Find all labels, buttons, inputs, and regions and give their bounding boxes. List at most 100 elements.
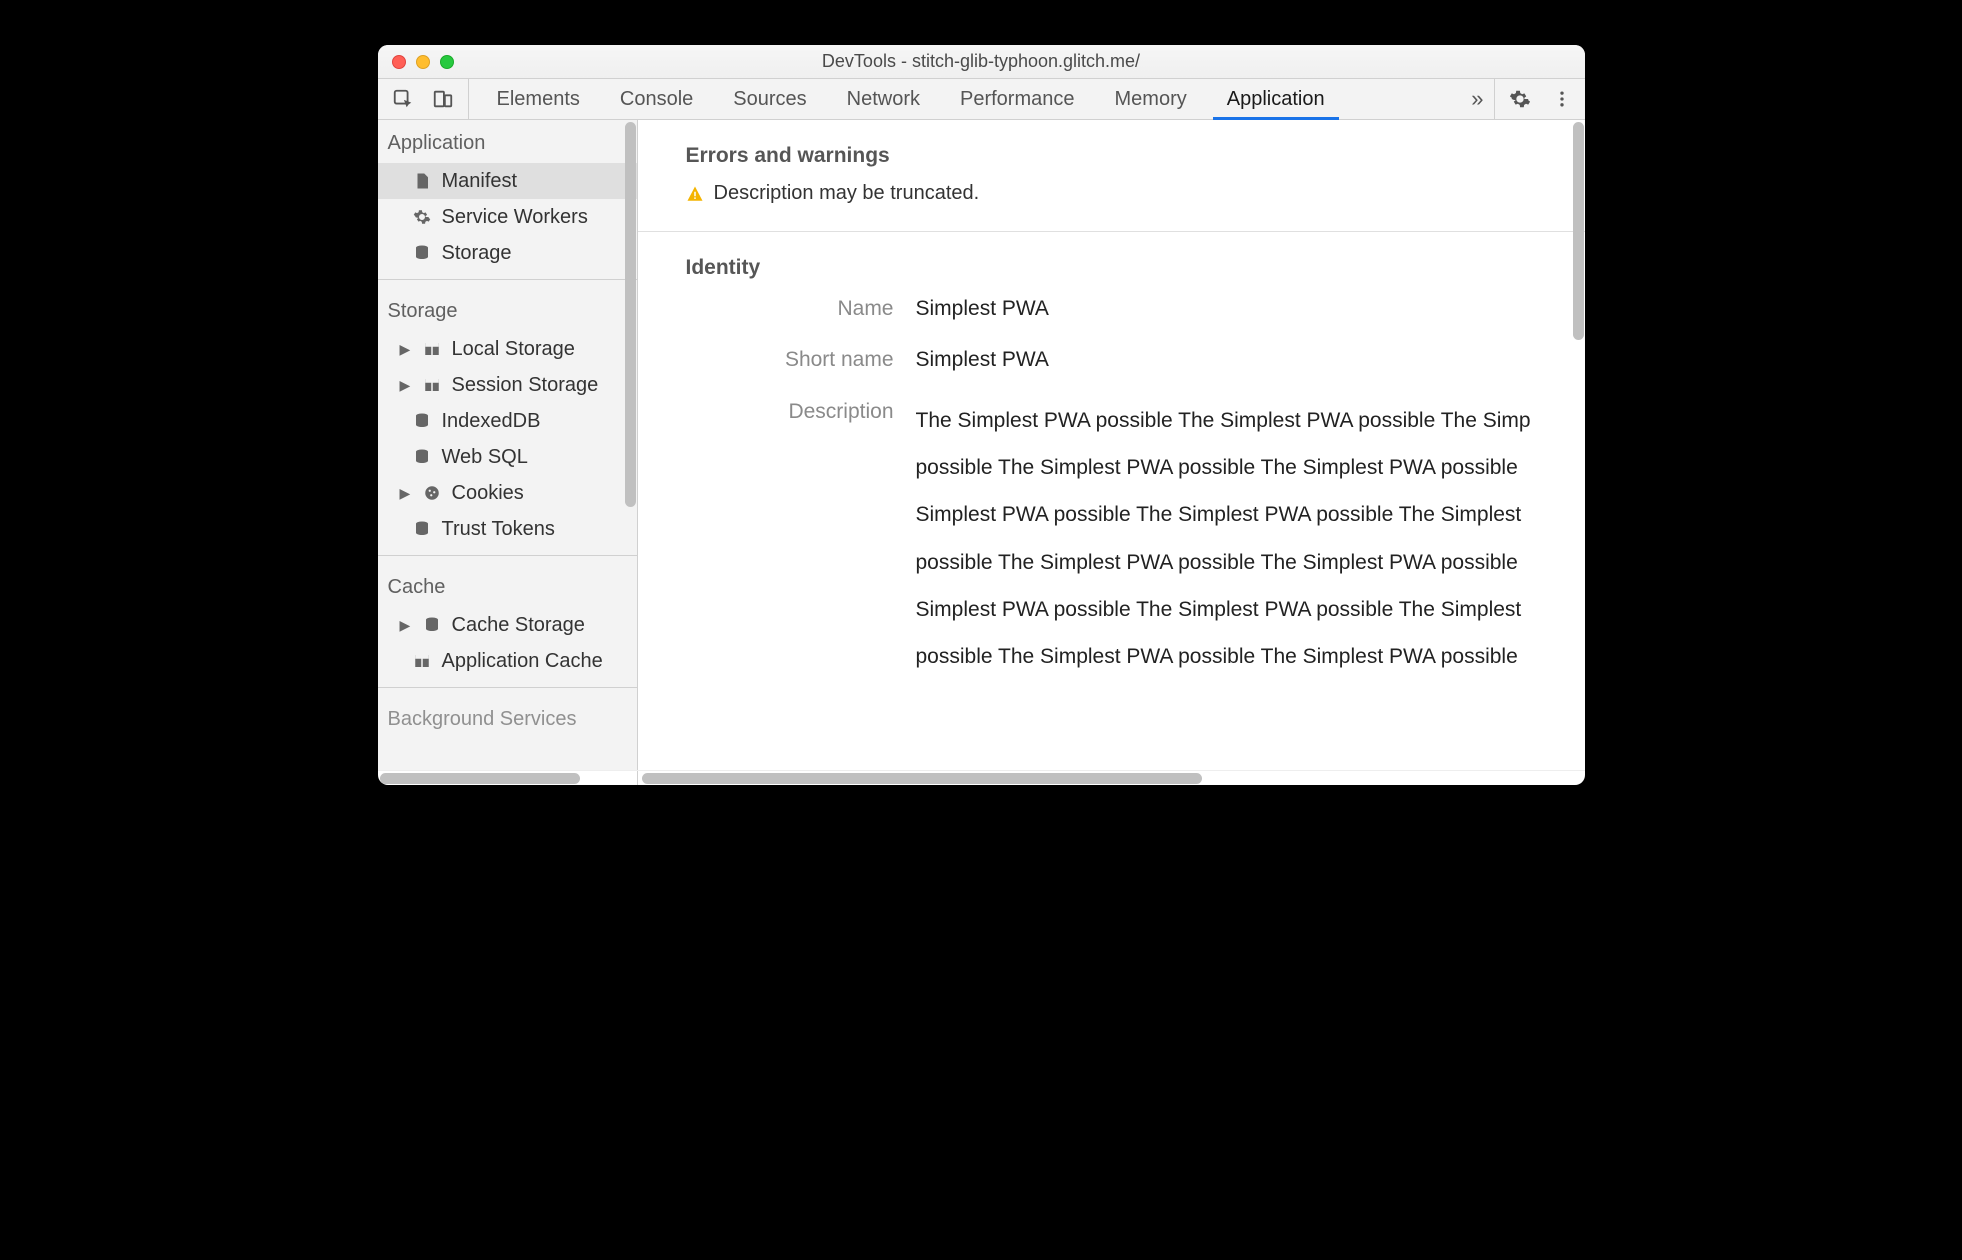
tab-sources[interactable]: Sources bbox=[713, 79, 826, 119]
field-description: Description The Simplest PWA possible Th… bbox=[686, 397, 1537, 681]
field-name: Name Simplest PWA bbox=[686, 294, 1537, 323]
sidebar-item-label: Session Storage bbox=[452, 374, 599, 397]
field-label: Description bbox=[686, 397, 916, 681]
field-label: Short name bbox=[686, 345, 916, 374]
devtools-window: DevTools - stitch-glib-typhoon.glitch.me… bbox=[378, 45, 1585, 785]
close-window-button[interactable] bbox=[392, 55, 406, 69]
field-value: Simplest PWA bbox=[916, 345, 1537, 374]
warning-row: Description may be truncated. bbox=[686, 182, 1537, 205]
divider bbox=[378, 555, 637, 556]
sidebar-item-label: Cookies bbox=[452, 482, 524, 505]
sidebar-section-cache: Cache bbox=[378, 564, 637, 607]
database-icon bbox=[422, 615, 442, 635]
sidebar-item-label: Service Workers bbox=[442, 206, 588, 229]
tab-label: Memory bbox=[1115, 88, 1187, 111]
tab-performance[interactable]: Performance bbox=[940, 79, 1095, 119]
database-icon bbox=[412, 519, 432, 539]
sidebar-vertical-scrollbar[interactable] bbox=[624, 120, 637, 770]
sidebar-item-label: Manifest bbox=[442, 170, 518, 193]
database-icon bbox=[412, 447, 432, 467]
disclosure-triangle-icon: ▶ bbox=[400, 485, 412, 502]
field-short-name: Short name Simplest PWA bbox=[686, 345, 1537, 374]
table-icon bbox=[422, 375, 442, 395]
field-label: Name bbox=[686, 294, 916, 323]
window-title: DevTools - stitch-glib-typhoon.glitch.me… bbox=[378, 51, 1585, 72]
divider bbox=[638, 231, 1585, 232]
minimize-window-button[interactable] bbox=[416, 55, 430, 69]
tab-label: Network bbox=[847, 88, 920, 111]
sidebar-section-storage: Storage bbox=[378, 288, 637, 331]
sidebar-item-label: IndexedDB bbox=[442, 410, 541, 433]
scrollbar-thumb[interactable] bbox=[642, 773, 1202, 784]
tab-label: Application bbox=[1227, 88, 1325, 111]
sidebar-item-cache-storage[interactable]: ▶ Cache Storage bbox=[378, 607, 637, 643]
file-icon bbox=[412, 171, 432, 191]
sidebar-item-application-cache[interactable]: Application Cache bbox=[378, 643, 637, 679]
field-value: The Simplest PWA possible The Simplest P… bbox=[916, 397, 1537, 681]
sidebar-item-session-storage[interactable]: ▶ Session Storage bbox=[378, 367, 637, 403]
sidebar-item-websql[interactable]: Web SQL bbox=[378, 439, 637, 475]
toggle-device-toolbar-icon[interactable] bbox=[430, 86, 456, 112]
sidebar-item-trust-tokens[interactable]: Trust Tokens bbox=[378, 511, 637, 547]
sidebar-item-label: Storage bbox=[442, 242, 512, 265]
scrollbar-thumb[interactable] bbox=[380, 773, 580, 784]
gear-icon bbox=[412, 207, 432, 227]
more-options-button[interactable] bbox=[1545, 86, 1579, 112]
scrollbar-thumb[interactable] bbox=[1573, 122, 1584, 340]
tab-label: Console bbox=[620, 88, 693, 111]
sidebar-item-manifest[interactable]: Manifest bbox=[378, 163, 637, 199]
database-icon bbox=[412, 411, 432, 431]
errors-heading: Errors and warnings bbox=[686, 144, 1537, 168]
sidebar-item-label: Application Cache bbox=[442, 650, 603, 673]
sidebar-item-cookies[interactable]: ▶ Cookies bbox=[378, 475, 637, 511]
divider bbox=[378, 279, 637, 280]
tab-console[interactable]: Console bbox=[600, 79, 713, 119]
database-icon bbox=[412, 243, 432, 263]
sidebar-item-local-storage[interactable]: ▶ Local Storage bbox=[378, 331, 637, 367]
sidebar: Application Manifest Service Workers Sto… bbox=[378, 120, 638, 770]
table-icon bbox=[422, 339, 442, 359]
tab-application[interactable]: Application bbox=[1207, 79, 1345, 119]
main-pane: Errors and warnings Description may be t… bbox=[638, 120, 1585, 770]
tab-elements[interactable]: Elements bbox=[477, 79, 600, 119]
settings-button[interactable] bbox=[1503, 86, 1537, 112]
sidebar-item-label: Trust Tokens bbox=[442, 518, 555, 541]
table-icon bbox=[412, 651, 432, 671]
tab-network[interactable]: Network bbox=[827, 79, 940, 119]
sidebar-item-label: Cache Storage bbox=[452, 614, 585, 637]
tab-list: Elements Console Sources Network Perform… bbox=[477, 79, 1462, 119]
tabs-overflow-button[interactable]: » bbox=[1461, 79, 1493, 119]
sidebar-item-service-workers[interactable]: Service Workers bbox=[378, 199, 637, 235]
sidebar-item-label: Local Storage bbox=[452, 338, 575, 361]
tab-label: Sources bbox=[733, 88, 806, 111]
sidebar-item-label: Web SQL bbox=[442, 446, 528, 469]
warning-text: Description may be truncated. bbox=[714, 182, 980, 205]
sidebar-item-storage-app[interactable]: Storage bbox=[378, 235, 637, 271]
field-value: Simplest PWA bbox=[916, 294, 1537, 323]
scrollbar-thumb[interactable] bbox=[625, 122, 636, 507]
bottom-scroll-area bbox=[378, 770, 1585, 785]
inspect-element-icon[interactable] bbox=[390, 86, 416, 112]
body: Application Manifest Service Workers Sto… bbox=[378, 120, 1585, 770]
titlebar: DevTools - stitch-glib-typhoon.glitch.me… bbox=[378, 45, 1585, 79]
disclosure-triangle-icon: ▶ bbox=[400, 341, 412, 358]
cookie-icon bbox=[422, 483, 442, 503]
main-horizontal-scrollbar[interactable] bbox=[638, 771, 1585, 785]
tab-label: Elements bbox=[497, 88, 580, 111]
gear-icon bbox=[1509, 88, 1531, 110]
warning-icon bbox=[686, 185, 704, 203]
sidebar-item-indexeddb[interactable]: IndexedDB bbox=[378, 403, 637, 439]
devtools-tabbar: Elements Console Sources Network Perform… bbox=[378, 79, 1585, 120]
disclosure-triangle-icon: ▶ bbox=[400, 377, 412, 394]
sidebar-section-application: Application bbox=[378, 120, 637, 163]
sidebar-horizontal-scrollbar[interactable] bbox=[378, 771, 638, 785]
tab-label: Performance bbox=[960, 88, 1075, 111]
divider bbox=[378, 687, 637, 688]
tab-memory[interactable]: Memory bbox=[1095, 79, 1207, 119]
zoom-window-button[interactable] bbox=[440, 55, 454, 69]
chevron-right-double-icon: » bbox=[1471, 86, 1483, 112]
sidebar-section-background-services: Background Services bbox=[378, 696, 637, 739]
identity-heading: Identity bbox=[686, 256, 1537, 280]
main-vertical-scrollbar[interactable] bbox=[1572, 120, 1585, 770]
kebab-icon bbox=[1552, 89, 1572, 109]
